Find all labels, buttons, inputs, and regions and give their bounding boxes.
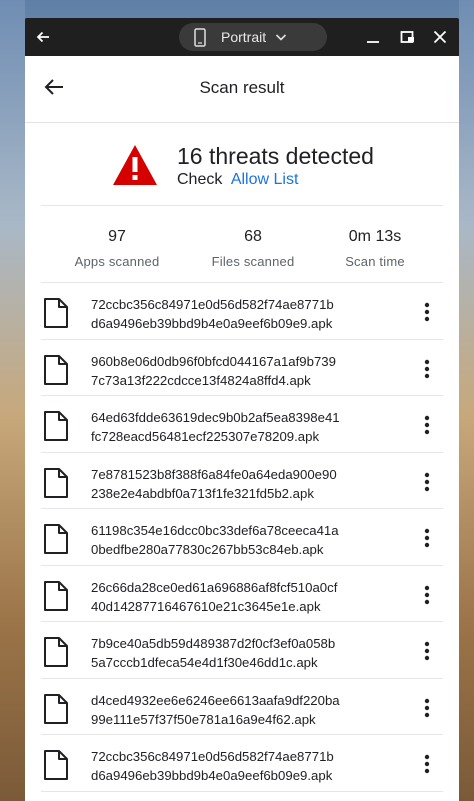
stat-value: 0m 13s [348,228,402,245]
app-bar: Scan result [25,56,459,122]
file-icon [44,637,68,667]
back-arrow-icon[interactable] [33,27,53,47]
file-name-line2: 7c73a13f222cdcce13f4824a8ffd4.apk [91,372,311,388]
stat-label: Files scanned [211,254,295,269]
more-vert-icon[interactable] [417,414,437,436]
file-name: 72ccbc356c84971e0d56d582f74ae8771b d6a949… [91,295,391,333]
stat-scan-time: 0m 13s Scan time [315,228,435,269]
file-name: 64ed63fdde63619dec9b0b2af5ea8398e41 fc728… [91,408,391,446]
page-title: Scan result [199,78,285,97]
more-vert-icon[interactable] [417,301,437,323]
file-name-line2: fc728eacd56481ecf225307e78209.apk [91,429,320,444]
file-icon [44,580,68,611]
orientation-label: Portrait [221,29,267,45]
app-window: Scan result 16 threats detected Check Al… [25,56,459,801]
more-vert-icon[interactable] [417,527,437,549]
threat-file-list: 72ccbc356c84971e0d56d582f74ae8771b d6a949… [25,283,459,792]
file-name-line2: d6a9496eb39bbd9b4e0a9eef6b09e9.apk [91,316,333,331]
file-icon [44,750,68,780]
list-item[interactable]: 72ccbc356c84971e0d56d582f74ae8771b d6a949… [41,735,443,792]
more-vert-icon[interactable] [417,697,437,719]
file-name-line2: 0bedfbe280a77830c267bb53c84eb.apk [91,542,324,557]
file-name: d4ced4932ee6e6246ee6613aafa9df220ba 99e11… [91,691,391,729]
stat-label: Scan time [345,254,405,269]
more-vert-icon[interactable] [417,753,437,775]
file-name: 72ccbc356c84971e0d56d582f74ae8771b d6a949… [91,747,391,785]
file-name-line2: 238e2e4abdbf0a713f1fe321fd5b2.apk [91,485,314,501]
list-item[interactable]: 7e8781523b8f388f6a84fe0a64eda900e90 238e2… [41,453,443,509]
chevron-down-icon [276,34,287,41]
file-icon [44,298,68,328]
minimize-icon[interactable] [365,29,381,45]
file-icon [44,693,68,724]
file-name-line2: d6a9496eb39bbd9b4e0a9eef6b09e9.apk [91,768,333,783]
wallpaper-right [459,0,474,801]
restore-icon[interactable] [399,28,417,46]
file-name-line1: 7b9ce40a5db59d489387d2f0cf3ef0a058b [91,636,336,651]
scan-stats: 97 Apps scanned 68 Files scanned 0m 13s … [25,206,459,282]
orientation-selector[interactable]: Portrait [179,23,327,51]
file-name-line1: 960b8e06d0db96f0bfcd044167a1af9b739 [91,353,336,369]
more-vert-icon[interactable] [417,584,437,606]
file-name-line2: 5a7cccb1dfeca54e4d1f30e46dd1c.apk [91,655,318,670]
stat-value: 97 [108,228,126,245]
list-item[interactable]: 61198c354e16dcc0bc33def6a78ceeca41a 0bedf… [41,509,443,566]
file-name: 7e8781523b8f388f6a84fe0a64eda900e90 238e2… [91,465,391,503]
file-name-line1: d4ced4932ee6e6246ee6613aafa9df220ba [91,692,340,708]
file-name: 960b8e06d0db96f0bfcd044167a1af9b739 7c73a… [91,352,391,390]
stat-value: 68 [244,228,262,245]
allow-list-link[interactable]: Allow List [231,171,299,188]
wallpaper-left [0,0,25,801]
check-allow-list: Check Allow List [177,171,298,189]
file-name-line1: 72ccbc356c84971e0d56d582f74ae8771b [91,749,334,764]
more-vert-icon[interactable] [417,471,437,493]
list-item[interactable]: 7b9ce40a5db59d489387d2f0cf3ef0a058b 5a7cc… [41,622,443,679]
file-name-line1: 72ccbc356c84971e0d56d582f74ae8771b [91,297,334,312]
file-name: 7b9ce40a5db59d489387d2f0cf3ef0a058b 5a7cc… [91,634,391,672]
window-titlebar: Portrait [25,18,459,56]
list-item[interactable]: 72ccbc356c84971e0d56d582f74ae8771b d6a949… [41,283,443,340]
file-icon [44,354,68,385]
stat-files-scanned: 68 Files scanned [193,228,313,269]
file-name-line1: 7e8781523b8f388f6a84fe0a64eda900e90 [91,466,337,482]
file-name-line1: 64ed63fdde63619dec9b0b2af5ea8398e41 [91,410,340,425]
check-text: Check [177,171,223,188]
file-name: 26c66da28ce0ed61a696886af8fcf510a0cf 40d1… [91,578,391,616]
file-name: 61198c354e16dcc0bc33def6a78ceeca41a 0bedf… [91,521,391,559]
file-icon [44,467,68,498]
file-icon [44,524,68,554]
stat-apps-scanned: 97 Apps scanned [57,228,177,269]
more-vert-icon[interactable] [417,640,437,662]
file-name-line1: 26c66da28ce0ed61a696886af8fcf510a0cf [91,579,338,595]
file-name-line2: 99e111e57f37f50e781a16a9e4f62.apk [91,711,316,727]
close-icon[interactable] [431,28,449,46]
more-vert-icon[interactable] [417,358,437,380]
threat-summary: 16 threats detected Check Allow List [25,123,459,205]
file-name-line1: 61198c354e16dcc0bc33def6a78ceeca41a [91,523,339,538]
threats-headline: 16 threats detected [177,143,374,169]
list-item[interactable]: d4ced4932ee6e6246ee6613aafa9df220ba 99e11… [41,679,443,735]
stat-label: Apps scanned [74,254,160,269]
list-item[interactable]: 26c66da28ce0ed61a696886af8fcf510a0cf 40d1… [41,566,443,622]
warning-triangle-icon [113,145,157,185]
phone-icon [194,27,206,47]
file-name-line2: 40d14287716467610e21c3645e1e.apk [91,598,321,614]
list-item[interactable]: 960b8e06d0db96f0bfcd044167a1af9b739 7c73a… [41,340,443,396]
list-item[interactable]: 64ed63fdde63619dec9b0b2af5ea8398e41 fc728… [41,396,443,453]
file-icon [44,411,68,441]
